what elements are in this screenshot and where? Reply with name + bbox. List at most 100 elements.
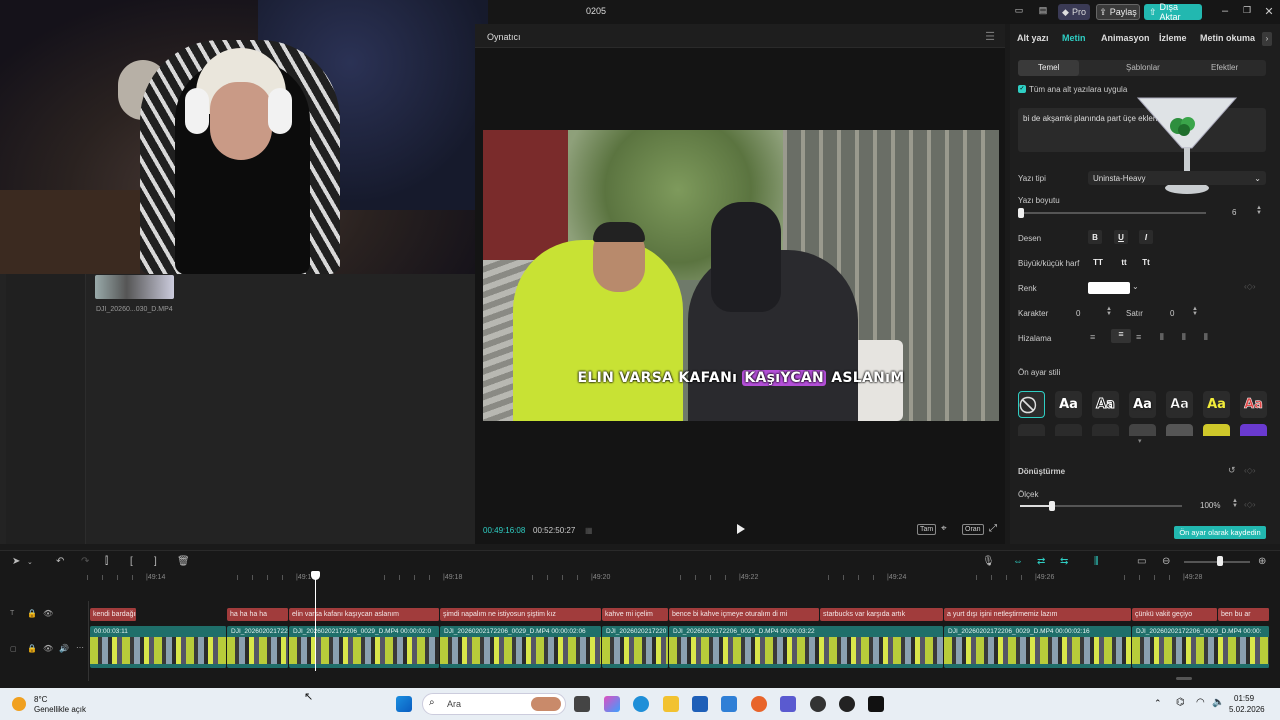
shortcut-icon[interactable]: ▤: [1036, 5, 1050, 16]
case-title-button[interactable]: Tt: [1138, 255, 1154, 269]
subtab-effects[interactable]: Efektler: [1211, 63, 1238, 72]
video-preview[interactable]: ELIN VARSA KAFANı KAşıYCAN ASLANıM: [483, 130, 999, 421]
preset-row2-5[interactable]: [1166, 424, 1193, 436]
task-view-icon[interactable]: [574, 696, 590, 712]
playhead[interactable]: [315, 571, 316, 671]
menu-icon[interactable]: ☰: [985, 30, 995, 43]
tab-text-to-speech[interactable]: Metin okuma: [1200, 33, 1255, 43]
play-icon[interactable]: [737, 524, 745, 534]
capcut-icon[interactable]: [868, 696, 884, 712]
clock-date[interactable]: 5.02.2026: [1229, 705, 1265, 714]
outlook-icon[interactable]: [721, 696, 737, 712]
video-clip[interactable]: DJI_2026020217220: [602, 626, 669, 668]
ratio-button[interactable]: Oran: [962, 524, 984, 535]
preset-3[interactable]: Aa: [1129, 391, 1156, 418]
audio-icon[interactable]: 🔊: [59, 644, 69, 653]
expand-presets-icon[interactable]: ▾: [1138, 437, 1142, 445]
lock-icon[interactable]: 🔒: [27, 609, 37, 618]
subtitle-clip[interactable]: bence bi kahve içmeye oturalım di mi: [669, 608, 820, 621]
align-vcenter-icon[interactable]: ⫴: [1182, 332, 1186, 343]
subtab-templates[interactable]: Şablonlar: [1126, 63, 1160, 72]
zoom-out-icon[interactable]: ⊖: [1162, 556, 1170, 567]
video-eye-icon[interactable]: 👁: [43, 644, 53, 653]
select-tool-icon[interactable]: ➤: [12, 556, 20, 567]
italic-button[interactable]: I: [1139, 230, 1153, 244]
tab-text[interactable]: Metin: [1062, 33, 1086, 43]
video-clip[interactable]: DJI_20260202172206_0029_D.MP4 00:00:02:1…: [944, 626, 1132, 668]
scale-value[interactable]: 100%: [1200, 501, 1220, 510]
preset-row2-6[interactable]: [1203, 424, 1230, 436]
char-spacing-stepper[interactable]: ▲ ▼: [1106, 306, 1112, 317]
case-upper-button[interactable]: TT: [1090, 255, 1106, 269]
preset-none[interactable]: ⃠: [1018, 391, 1045, 418]
split-icon[interactable]: ⫿: [105, 556, 108, 567]
zoom-slider-thumb[interactable]: [1217, 556, 1223, 566]
scale-slider-thumb[interactable]: [1049, 501, 1056, 511]
subtitle-clip[interactable]: starbucks var karşıda artık: [820, 608, 944, 621]
undo-icon[interactable]: ↶: [56, 556, 64, 567]
preset-6[interactable]: Aa: [1240, 391, 1267, 418]
video-clip[interactable]: DJI_20260202172206_0029_D.MP4 00:00:03:2…: [669, 626, 944, 668]
preset-1[interactable]: Aa: [1055, 391, 1082, 418]
tab-animation[interactable]: Animasyon: [1101, 33, 1150, 43]
microphone-icon[interactable]: 🎙: [982, 556, 995, 567]
save-preset-button[interactable]: Ön ayar olarak kaydedin: [1174, 526, 1266, 539]
apply-all-checkbox[interactable]: ✓: [1018, 85, 1026, 93]
file-explorer-icon[interactable]: [663, 696, 679, 712]
full-quality-button[interactable]: Tam: [917, 524, 937, 535]
subtitle-clip[interactable]: şimdi napalım ne istiyosun şiştim kız: [440, 608, 602, 621]
size-slider-thumb[interactable]: [1018, 208, 1024, 218]
align-center-icon[interactable]: ≡: [1111, 329, 1131, 343]
wifi-icon[interactable]: ◠: [1196, 697, 1205, 708]
captions-icon[interactable]: ▭: [1137, 556, 1146, 567]
video-clip[interactable]: DJI_20260202172206_0029_D.MP4 00:00:02:0…: [440, 626, 602, 668]
video-lock-icon[interactable]: 🔒: [27, 644, 37, 653]
video-clip[interactable]: DJI_2026020217220: [227, 626, 289, 668]
color-swatch[interactable]: [1088, 282, 1130, 294]
volume-icon[interactable]: 🔈: [1212, 697, 1224, 708]
preset-row2-4[interactable]: [1129, 424, 1156, 436]
zoom-in-icon[interactable]: ⊕: [1258, 556, 1266, 567]
preview-axis-icon[interactable]: ⇆: [1060, 556, 1068, 567]
video-clip[interactable]: DJI_20260202172206_0029_D.MP4 00:00:: [1132, 626, 1270, 668]
transform-keyframe-icon[interactable]: ‹◇›: [1244, 466, 1255, 475]
export-button[interactable]: ⇧ Dışa Aktar: [1144, 2, 1202, 22]
align-vbottom-icon[interactable]: ⫴: [1204, 332, 1208, 343]
transform-label[interactable]: Dönüştürme: [1018, 467, 1065, 476]
clock-time[interactable]: 01:59: [1234, 694, 1254, 703]
obs-icon[interactable]: [810, 696, 826, 712]
timeline-view-icon[interactable]: ▦: [585, 526, 593, 535]
snap-icon[interactable]: ⇔: [1013, 556, 1023, 567]
preset-row2-2[interactable]: [1055, 424, 1082, 436]
minimize-icon[interactable]: –: [1218, 5, 1232, 17]
teams-icon[interactable]: [780, 696, 796, 712]
subtitle-clip[interactable]: a yurt dışı işini netleştirmemiz lazım: [944, 608, 1132, 621]
tool-dropdown-icon[interactable]: ⌄: [27, 558, 33, 566]
subtitle-clip[interactable]: kahve mi içelim: [602, 608, 669, 621]
preset-5[interactable]: Aa: [1203, 391, 1230, 418]
align-left-icon[interactable]: ≡: [1090, 332, 1095, 342]
reset-icon[interactable]: ↺: [1228, 465, 1236, 476]
edge-icon[interactable]: [633, 696, 649, 712]
preset-row2-1[interactable]: [1018, 424, 1045, 436]
tab-tracking[interactable]: İzleme: [1159, 33, 1187, 43]
pro-button[interactable]: ◆ Pro: [1058, 4, 1090, 20]
preset-4[interactable]: Aa: [1166, 391, 1193, 418]
more-icon[interactable]: ⋯: [76, 643, 84, 652]
media-player-icon[interactable]: [839, 696, 855, 712]
search-box[interactable]: ⌕ Ara: [422, 693, 566, 715]
chevron-right-icon[interactable]: ›: [1262, 32, 1272, 46]
subtitle-clip[interactable]: kendi bardağını fondötenleyip yap: [90, 608, 137, 621]
network-icon[interactable]: ⌬: [1176, 697, 1185, 708]
subtitle-clip[interactable]: ha ha ha ha: [227, 608, 289, 621]
subtitle-clip[interactable]: çünkü vakit geçiyo: [1132, 608, 1218, 621]
preset-2[interactable]: Aa: [1092, 391, 1119, 418]
align-right-icon[interactable]: ≡: [1136, 332, 1141, 342]
timeline-scrollbar[interactable]: [1176, 677, 1192, 680]
underline-button[interactable]: U: [1114, 230, 1128, 244]
tab-subtitle[interactable]: Alt yazı: [1017, 33, 1049, 43]
fullscreen-icon[interactable]: ⤢: [989, 523, 997, 534]
scale-keyframe-icon[interactable]: ‹◇›: [1244, 500, 1255, 509]
firefox-icon[interactable]: [751, 696, 767, 712]
subtitle-clip[interactable]: elin varsa kafanı kaşıycan aslanım: [289, 608, 440, 621]
